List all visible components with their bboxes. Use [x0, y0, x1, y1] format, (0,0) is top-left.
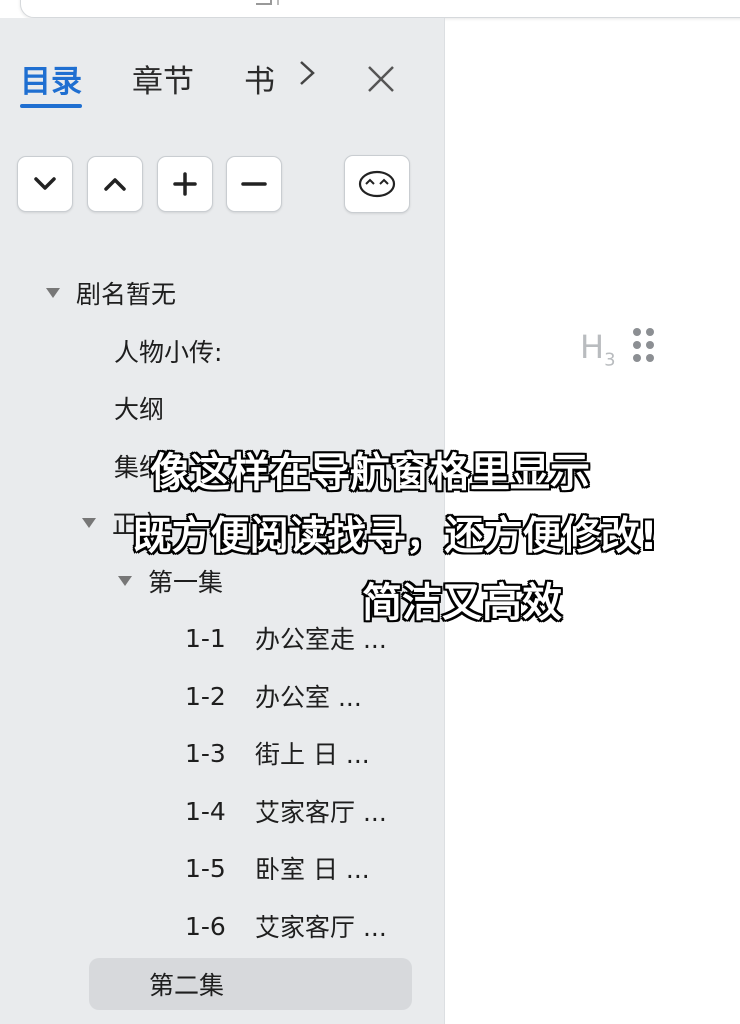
drag-handle-icon[interactable] [633, 328, 655, 364]
active-tab-indicator [20, 104, 82, 108]
tree-node-label: 大纲 [114, 395, 165, 424]
scene-number: 1-5 [185, 853, 226, 883]
caption-line: 简洁又高效 [362, 580, 562, 626]
tree-node-root[interactable]: 剧名暂无 [46, 271, 176, 315]
chevron-right-icon[interactable] [298, 58, 316, 96]
heading-marker-level: 3 [604, 349, 616, 371]
scene-title: 艾家客厅 ... [255, 798, 387, 827]
expand-all-button[interactable] [17, 156, 73, 212]
remove-level-button[interactable] [226, 156, 282, 212]
tree-node-character-bios[interactable]: 人物小传: [114, 329, 222, 373]
scene-title: 艾家客厅 ... [255, 913, 387, 942]
plus-icon [173, 172, 197, 196]
caret-down-icon[interactable] [46, 288, 60, 298]
tree-node-scene[interactable]: 1-5 卧室 日 ... [185, 846, 370, 890]
caption-line: 像这样在导航窗格里显示 [150, 450, 590, 496]
tree-node-label: 人物小传: [114, 338, 223, 367]
toolbar-divider [277, 0, 279, 5]
tab-chapters[interactable]: 章节 [132, 56, 194, 101]
heading-marker-letter: H [580, 328, 605, 366]
tree-node-scene[interactable]: 1-4 艾家客厅 ... [185, 789, 387, 833]
caption-line: 既方便阅读找寻，还方便修改! [132, 514, 658, 559]
scene-title: 办公室 ... [255, 683, 362, 712]
scene-number: 1-6 [185, 911, 226, 941]
outline-toolbar [17, 155, 417, 216]
scene-number: 1-3 [185, 738, 226, 768]
scene-title: 卧室 日 ... [255, 855, 370, 884]
close-icon[interactable] [366, 54, 396, 103]
tree-node-label: 第二集 [149, 971, 225, 1000]
tree-node-scene[interactable]: 1-2 办公室 ... [185, 674, 362, 718]
scene-title: 街上 日 ... [255, 740, 370, 769]
tree-node-outline[interactable]: 大纲 [114, 386, 164, 430]
tree-node-scene[interactable]: 1-3 街上 日 ... [185, 731, 370, 775]
tab-outline[interactable]: 目录 [20, 56, 82, 101]
outline-toggle-button[interactable] [344, 155, 410, 213]
minus-icon [241, 182, 267, 186]
face-toggle-icon [358, 170, 396, 198]
tree-node-label: 剧名暂无 [76, 280, 177, 309]
chevron-up-icon [104, 178, 126, 191]
pane-tabs: 目录 章节 书 [20, 56, 430, 116]
search-bar[interactable] [20, 0, 740, 18]
tab-book[interactable]: 书 [244, 56, 275, 101]
resize-icon [256, 0, 272, 5]
chevron-down-icon [34, 177, 56, 190]
scene-number: 1-4 [185, 796, 226, 826]
add-level-button[interactable] [157, 156, 213, 212]
collapse-all-button[interactable] [87, 156, 143, 212]
scene-number: 1-2 [185, 681, 226, 711]
heading-level-marker[interactable]: H3 [580, 328, 616, 370]
tree-node-scene[interactable]: 1-6 艾家客厅 ... [185, 904, 387, 948]
tree-node-episode-2[interactable]: 第二集 [89, 958, 412, 1010]
